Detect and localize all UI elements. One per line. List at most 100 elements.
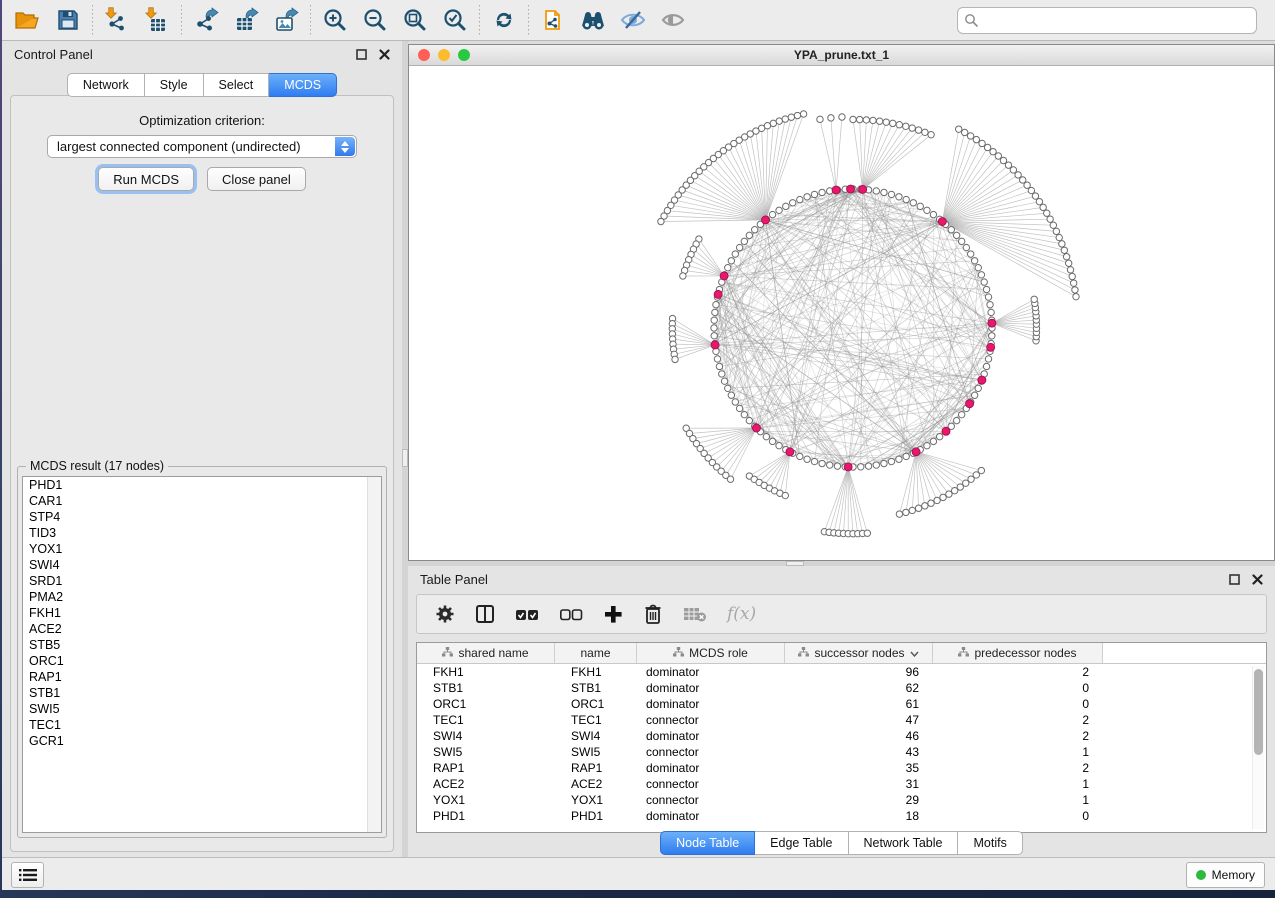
export-network-icon[interactable] bbox=[186, 4, 226, 36]
cell-name: FKH1 bbox=[555, 665, 637, 679]
maximize-window-icon[interactable] bbox=[458, 49, 470, 61]
tab-network[interactable]: Network bbox=[67, 73, 145, 97]
float-panel-icon[interactable] bbox=[1229, 574, 1240, 585]
mcds-result-item[interactable]: SRD1 bbox=[23, 573, 381, 589]
scrollbar-thumb[interactable] bbox=[1254, 669, 1263, 755]
cell-successor-nodes: 31 bbox=[785, 777, 933, 791]
tab-motifs[interactable]: Motifs bbox=[958, 831, 1022, 855]
open-session-icon[interactable] bbox=[8, 4, 48, 36]
mcds-result-item[interactable]: STB5 bbox=[23, 637, 381, 653]
delete-table-icon[interactable] bbox=[683, 605, 707, 623]
mcds-result-item[interactable]: FKH1 bbox=[23, 605, 381, 621]
mcds-result-item[interactable]: YOX1 bbox=[23, 541, 381, 557]
cell-name: SWI4 bbox=[555, 729, 637, 743]
mcds-result-item[interactable]: STB1 bbox=[23, 685, 381, 701]
add-column-icon[interactable] bbox=[603, 604, 623, 624]
column-header-predecessor-nodes[interactable]: predecessor nodes bbox=[933, 643, 1103, 663]
mcds-result-list[interactable]: PHD1CAR1STP4TID3YOX1SWI4SRD1PMA2FKH1ACE2… bbox=[22, 476, 382, 833]
close-panel-icon[interactable] bbox=[379, 49, 390, 60]
mcds-result-item[interactable]: TEC1 bbox=[23, 717, 381, 733]
cell-MCDS-role: connector bbox=[637, 745, 785, 759]
zoom-fit-icon[interactable] bbox=[395, 4, 435, 36]
show-eye-icon[interactable] bbox=[653, 4, 693, 36]
mcds-result-item[interactable]: RAP1 bbox=[23, 669, 381, 685]
table-row[interactable]: RAP1RAP1dominator352 bbox=[417, 760, 1266, 776]
tab-style[interactable]: Style bbox=[145, 73, 204, 97]
search-binoculars-icon[interactable] bbox=[573, 4, 613, 36]
tab-edge-table[interactable]: Edge Table bbox=[755, 831, 848, 855]
cell-shared-name: STB1 bbox=[417, 681, 555, 695]
network-titlebar: YPA_prune.txt_1 bbox=[409, 45, 1274, 66]
list-scrollbar[interactable] bbox=[367, 477, 381, 832]
node-table: shared namenameMCDS rolesuccessor nodesp… bbox=[416, 642, 1267, 833]
select-all-icon[interactable] bbox=[515, 606, 539, 622]
save-session-icon[interactable] bbox=[48, 4, 88, 36]
function-builder-icon[interactable]: f(x) bbox=[727, 604, 756, 624]
float-panel-icon[interactable] bbox=[356, 49, 367, 60]
optimization-criterion-label: Optimization criterion: bbox=[11, 113, 393, 128]
table-row[interactable]: SWI4SWI4dominator462 bbox=[417, 728, 1266, 744]
network-view-window: YPA_prune.txt_1 bbox=[408, 44, 1275, 561]
mcds-result-item[interactable]: SWI5 bbox=[23, 701, 381, 717]
table-row[interactable]: SWI5SWI5connector431 bbox=[417, 744, 1266, 760]
network-canvas[interactable] bbox=[409, 66, 1274, 560]
run-mcds-button[interactable]: Run MCDS bbox=[98, 167, 194, 191]
close-window-icon[interactable] bbox=[418, 49, 430, 61]
table-row[interactable]: ORC1ORC1dominator610 bbox=[417, 696, 1266, 712]
control-panel-titlebar: Control Panel bbox=[2, 41, 402, 67]
mcds-result-item[interactable]: PMA2 bbox=[23, 589, 381, 605]
table-row[interactable]: TEC1TEC1connector472 bbox=[417, 712, 1266, 728]
dropdown-stepper-icon bbox=[335, 137, 355, 156]
import-table-icon[interactable] bbox=[137, 4, 177, 36]
deselect-all-icon[interactable] bbox=[559, 606, 583, 622]
table-row[interactable]: PHD1PHD1dominator180 bbox=[417, 808, 1266, 824]
duplicate-network-icon[interactable] bbox=[533, 4, 573, 36]
table-row[interactable]: STB1STB1dominator620 bbox=[417, 680, 1266, 696]
mcds-result-item[interactable]: PHD1 bbox=[23, 477, 381, 493]
criterion-dropdown[interactable]: largest connected component (undirected) bbox=[47, 135, 357, 158]
mcds-result-item[interactable]: GCR1 bbox=[23, 733, 381, 749]
cell-name: SWI5 bbox=[555, 745, 637, 759]
refresh-icon[interactable] bbox=[484, 4, 524, 36]
column-header-shared-name[interactable]: shared name bbox=[417, 643, 555, 663]
table-row[interactable]: YOX1YOX1connector291 bbox=[417, 792, 1266, 808]
cell-name: RAP1 bbox=[555, 761, 637, 775]
mcds-result-item[interactable]: ACE2 bbox=[23, 621, 381, 637]
close-panel-icon[interactable] bbox=[1252, 574, 1263, 585]
export-image-icon[interactable] bbox=[266, 4, 306, 36]
search-input[interactable] bbox=[979, 12, 1250, 28]
tab-node-table[interactable]: Node Table bbox=[660, 831, 755, 855]
settings-gear-icon[interactable] bbox=[435, 604, 455, 624]
mcds-result-item[interactable]: CAR1 bbox=[23, 493, 381, 509]
hide-eye-icon[interactable] bbox=[613, 4, 653, 36]
zoom-in-icon[interactable] bbox=[315, 4, 355, 36]
minimize-window-icon[interactable] bbox=[438, 49, 450, 61]
export-table-icon[interactable] bbox=[226, 4, 266, 36]
table-scrollbar[interactable] bbox=[1252, 666, 1264, 829]
mcds-result-item[interactable]: ORC1 bbox=[23, 653, 381, 669]
tab-mcds[interactable]: MCDS bbox=[269, 73, 337, 97]
tab-select[interactable]: Select bbox=[204, 73, 270, 97]
tab-network-table[interactable]: Network Table bbox=[849, 831, 959, 855]
import-network-icon[interactable] bbox=[97, 4, 137, 36]
mcds-result-item[interactable]: TID3 bbox=[23, 525, 381, 541]
zoom-selected-icon[interactable] bbox=[435, 4, 475, 36]
mcds-result-item[interactable]: SWI4 bbox=[23, 557, 381, 573]
column-header-MCDS-role[interactable]: MCDS role bbox=[637, 643, 785, 663]
column-header-name[interactable]: name bbox=[555, 643, 637, 663]
table-row[interactable]: ACE2ACE2connector311 bbox=[417, 776, 1266, 792]
show-panels-list-button[interactable] bbox=[11, 862, 44, 888]
cell-predecessor-nodes: 1 bbox=[933, 745, 1103, 759]
table-header: shared namenameMCDS rolesuccessor nodesp… bbox=[417, 643, 1266, 664]
column-type-icon bbox=[442, 646, 453, 660]
table-row[interactable]: FKH1FKH1dominator962 bbox=[417, 664, 1266, 680]
close-panel-button[interactable]: Close panel bbox=[207, 167, 306, 191]
cell-predecessor-nodes: 2 bbox=[933, 713, 1103, 727]
mcds-result-item[interactable]: STP4 bbox=[23, 509, 381, 525]
memory-button[interactable]: Memory bbox=[1186, 862, 1265, 888]
delete-column-trash-icon[interactable] bbox=[643, 603, 663, 625]
split-view-icon[interactable] bbox=[475, 604, 495, 624]
cytoscape-window: Control Panel NetworkStyleSelectMCDS Opt… bbox=[2, 0, 1275, 890]
column-header-successor-nodes[interactable]: successor nodes bbox=[785, 643, 933, 663]
zoom-out-icon[interactable] bbox=[355, 4, 395, 36]
